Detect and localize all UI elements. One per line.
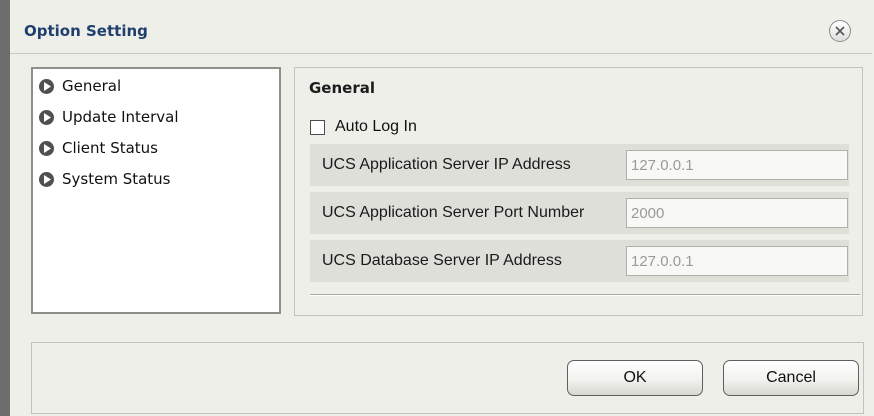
nav-item-label: Update Interval (62, 108, 179, 126)
cancel-button[interactable]: Cancel (723, 360, 859, 396)
db-server-ip-label: UCS Database Server IP Address (322, 252, 562, 269)
nav-item-label: General (62, 77, 122, 95)
db-server-ip-input[interactable] (626, 246, 848, 276)
auto-login-label: Auto Log In (335, 118, 417, 135)
nav-item-label: System Status (62, 170, 171, 188)
play-circle-icon (39, 171, 54, 187)
close-circle-icon (835, 26, 845, 36)
auto-login-checkbox[interactable] (310, 119, 325, 135)
field-row-app-server-port: UCS Application Server Port Number (310, 192, 849, 234)
nav-item-label: Client Status (62, 139, 158, 157)
ok-button[interactable]: OK (567, 360, 703, 396)
window-edge (0, 0, 10, 416)
general-settings-panel: General Auto Log In UCS Application Serv… (294, 67, 863, 316)
field-row-app-server-ip: UCS Application Server IP Address (310, 144, 849, 186)
field-row-db-server-ip: UCS Database Server IP Address (310, 240, 849, 282)
section-title: General (309, 79, 375, 97)
nav-item-update-interval[interactable]: Update Interval (39, 105, 179, 129)
nav-list: General Update Interval Client Status Sy… (31, 67, 281, 314)
dialog-title: Option Setting (24, 22, 148, 40)
auto-login-checkbox-row[interactable]: Auto Log In (310, 117, 417, 137)
app-server-port-label: UCS Application Server Port Number (322, 204, 585, 221)
play-circle-icon (39, 78, 54, 94)
nav-item-client-status[interactable]: Client Status (39, 136, 158, 160)
app-server-ip-input[interactable] (626, 150, 848, 180)
app-server-port-input[interactable] (626, 198, 848, 228)
nav-item-system-status[interactable]: System Status (39, 167, 171, 191)
divider (310, 294, 860, 296)
play-circle-icon (39, 140, 54, 156)
app-server-ip-label: UCS Application Server IP Address (322, 156, 571, 173)
nav-item-general[interactable]: General (39, 74, 121, 98)
play-circle-icon (39, 109, 54, 125)
close-button[interactable] (829, 20, 851, 42)
button-bar: OK Cancel (31, 342, 864, 414)
